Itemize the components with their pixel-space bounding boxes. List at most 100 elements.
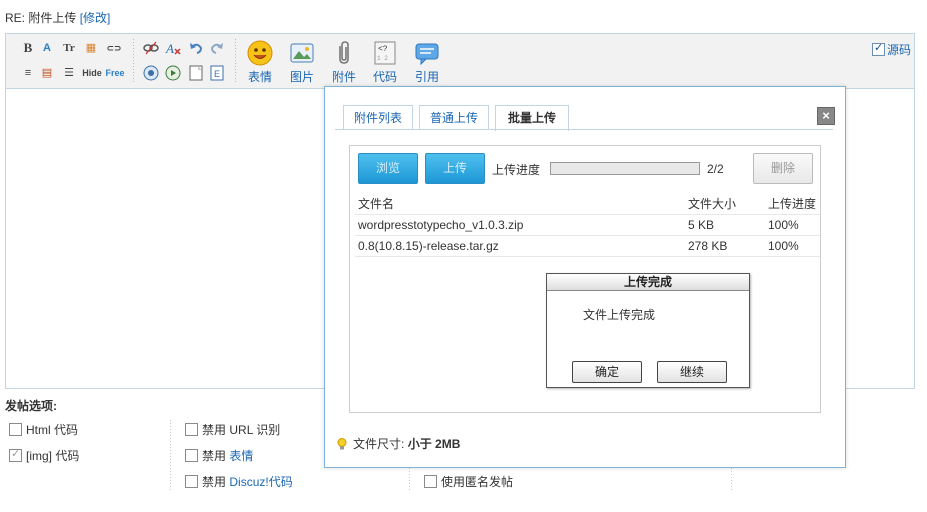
img-code-label: [img] 代码 xyxy=(26,449,80,463)
svg-text:1 2: 1 2 xyxy=(377,55,388,62)
option-anonymous[interactable]: 使用匿名发帖 xyxy=(424,473,513,490)
browse-button[interactable]: 浏览 xyxy=(358,153,418,184)
table-row[interactable]: 0.8(10.8.15)-release.tar.gz 278 KB 100% xyxy=(355,236,820,257)
delete-button[interactable]: 删除 xyxy=(753,153,813,184)
lightbulb-icon xyxy=(337,438,347,450)
page-title-text: RE: 附件上传 xyxy=(5,11,77,25)
option-html-code[interactable]: Html 代码 xyxy=(9,421,78,438)
undo-icon[interactable] xyxy=(188,40,204,59)
source-label: 源码 xyxy=(886,43,911,57)
font-size-icon[interactable]: Tr xyxy=(61,40,77,56)
file-table-header: 文件名 文件大小 上传进度 xyxy=(355,194,820,215)
file-size-note: 文件尺寸: 小于 2MB xyxy=(337,435,460,452)
insert-icon[interactable]: E xyxy=(209,65,225,84)
source-toggle[interactable]: 源码 xyxy=(871,41,911,58)
paperclip-icon xyxy=(339,41,349,64)
file-progress: 100% xyxy=(768,239,799,253)
disable-smiley-label[interactable]: 表情 xyxy=(229,449,253,463)
svg-text:A: A xyxy=(165,41,174,56)
attachment-label: 附件 xyxy=(331,70,356,84)
image-button[interactable]: 图片 xyxy=(282,40,322,85)
file-progress: 100% xyxy=(768,218,799,232)
toolbar-separator xyxy=(133,39,134,83)
file-size: 5 KB xyxy=(688,218,715,232)
option-disable-discuz[interactable]: 禁用 Discuz!代码 xyxy=(185,473,293,490)
page-icon[interactable] xyxy=(188,65,204,84)
disable-url-prefix: 禁用 xyxy=(202,423,227,437)
option-img-code[interactable]: [img] 代码 xyxy=(9,447,79,464)
tab-batch-upload[interactable]: 批量上传 xyxy=(495,105,569,131)
tab-normal-upload[interactable]: 普通上传 xyxy=(419,105,489,130)
image-url-icon[interactable] xyxy=(143,65,159,84)
code-button[interactable]: <? 1 2 代码 xyxy=(365,40,405,85)
size-note-value: 小于 2MB xyxy=(407,437,461,451)
file-name: wordpresstotypecho_v1.0.3.zip xyxy=(358,218,524,232)
redo-icon[interactable] xyxy=(209,40,225,59)
quote-icon xyxy=(415,43,439,66)
batch-upload-panel: 浏览 上传 上传进度 2/2 删除 文件名 文件大小 上传进度 wordpres… xyxy=(349,145,821,413)
size-note-prefix: 文件尺寸: xyxy=(353,437,405,451)
ok-button[interactable]: 确定 xyxy=(572,361,642,383)
continue-button[interactable]: 继续 xyxy=(657,361,727,383)
disable-smiley-prefix: 禁用 xyxy=(202,449,227,463)
upload-complete-title: 上传完成 xyxy=(547,274,749,291)
upload-complete-text: 文件上传完成 xyxy=(583,308,656,322)
upload-dialog: 附件列表 普通上传 批量上传 × 浏览 上传 上传进度 2/2 删除 文件名 文… xyxy=(324,86,846,468)
background-color-icon[interactable]: ▦ xyxy=(83,40,99,56)
options-separator xyxy=(170,420,171,492)
free-icon[interactable]: Free xyxy=(104,65,126,81)
img-code-checkbox[interactable] xyxy=(9,447,22,462)
progress-label: 上传进度 xyxy=(492,163,541,177)
disable-url-checkbox[interactable] xyxy=(185,423,198,436)
link-icon[interactable]: ⊂⊃ xyxy=(106,40,122,56)
tab-attachment-list[interactable]: 附件列表 xyxy=(343,105,413,130)
video-icon[interactable] xyxy=(165,65,181,84)
anonymous-checkbox[interactable] xyxy=(424,475,437,488)
column-header-size: 文件大小 xyxy=(688,197,737,211)
float-icon[interactable]: ▤ xyxy=(39,65,55,81)
hide-icon[interactable]: Hide xyxy=(81,65,103,81)
font-color-icon[interactable]: A xyxy=(39,40,55,56)
quote-button[interactable]: 引用 xyxy=(407,40,447,85)
source-checkbox[interactable] xyxy=(871,41,885,56)
smiley-icon xyxy=(247,40,273,66)
image-label: 图片 xyxy=(289,70,314,84)
smiley-button[interactable]: 表情 xyxy=(240,40,280,85)
file-table: 文件名 文件大小 上传进度 wordpresstotypecho_v1.0.3.… xyxy=(355,194,820,257)
table-row[interactable]: wordpresstotypecho_v1.0.3.zip 5 KB 100% xyxy=(355,215,820,236)
close-icon[interactable]: × xyxy=(817,107,835,125)
upload-complete-dialog: 上传完成 文件上传完成 确定 继续 xyxy=(546,273,750,388)
toolbar-separator xyxy=(235,39,236,83)
file-size: 278 KB xyxy=(688,239,728,253)
disable-smiley-checkbox[interactable] xyxy=(185,449,198,462)
svg-text:<?: <? xyxy=(378,45,388,54)
html-code-label: Html 代码 xyxy=(26,423,78,437)
option-disable-smiley[interactable]: 禁用 表情 xyxy=(185,447,253,464)
attachment-button[interactable]: 附件 xyxy=(324,40,364,85)
image-icon xyxy=(290,43,314,63)
column-header-progress: 上传进度 xyxy=(768,197,817,211)
upload-button[interactable]: 上传 xyxy=(425,153,485,184)
unlink-icon[interactable] xyxy=(143,40,159,59)
list-icon[interactable]: ☰ xyxy=(61,65,77,81)
html-code-checkbox[interactable] xyxy=(9,423,22,436)
svg-text:E: E xyxy=(214,69,220,79)
option-disable-url[interactable]: 禁用 URL 识别 xyxy=(185,421,280,438)
smiley-label: 表情 xyxy=(247,70,272,84)
upload-progress-bar xyxy=(550,162,700,175)
disable-discuz-checkbox[interactable] xyxy=(185,475,198,488)
upload-progress-fill xyxy=(551,163,699,174)
code-icon: <?1 2 xyxy=(374,41,396,65)
bold-icon[interactable]: B xyxy=(20,40,36,56)
disable-discuz-label[interactable]: Discuz!代码 xyxy=(229,475,292,489)
page-title: RE: 附件上传 [修改] xyxy=(5,9,110,26)
file-name: 0.8(10.8.15)-release.tar.gz xyxy=(358,239,499,253)
tabs-underline xyxy=(335,129,833,130)
align-icon[interactable]: ≡ xyxy=(20,65,36,81)
post-options-title: 发帖选项: xyxy=(5,399,57,413)
editor-toolbar: B A Tr ▦ ⊂⊃ ≡ ▤ ☰ Hide Free A E 表情 图片 附件… xyxy=(6,34,914,89)
clear-format-icon[interactable]: A xyxy=(165,40,181,59)
quote-label: 引用 xyxy=(414,70,439,84)
edit-link[interactable]: [修改] xyxy=(80,11,111,25)
anonymous-label: 使用匿名发帖 xyxy=(441,475,514,489)
